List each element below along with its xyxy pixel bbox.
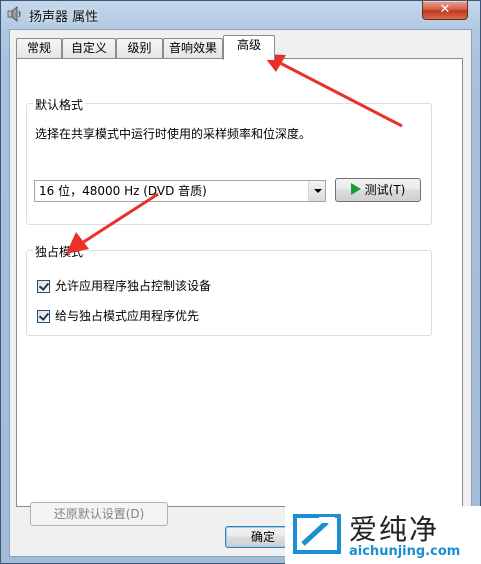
allow-exclusive-checkbox[interactable] [37, 280, 50, 293]
title-bar[interactable]: 扬声器 属性 ✕ [1, 1, 480, 29]
properties-window: 扬声器 属性 ✕ 常规 自定义 级别 音响效果 高级 默认格式 选择在共享模式中… [0, 0, 481, 564]
window-title: 扬声器 属性 [29, 10, 99, 25]
tab-levels[interactable]: 级别 [116, 38, 163, 59]
allow-exclusive-label: 允许应用程序独占控制该设备 [55, 279, 212, 293]
tab-custom[interactable]: 自定义 [62, 38, 116, 59]
exclusive-priority-option[interactable]: 给与独占模式应用程序优先 [37, 309, 337, 325]
tab-advanced[interactable]: 高级 [223, 35, 275, 60]
chevron-down-icon[interactable] [308, 181, 325, 201]
exclusive-priority-checkbox[interactable] [37, 310, 50, 323]
watermark-logo-icon [293, 514, 341, 554]
test-button[interactable]: 测试(T) [335, 178, 421, 202]
allow-exclusive-option[interactable]: 允许应用程序独占控制该设备 [37, 279, 337, 295]
tab-enhancements[interactable]: 音响效果 [163, 38, 223, 59]
restore-defaults-button[interactable]: 还原默认设置(D) [30, 502, 168, 526]
default-format-group: 默认格式 选择在共享模式中运行时使用的采样频率和位深度。 16 位，48000 … [26, 96, 432, 225]
play-icon [350, 183, 361, 195]
exclusive-mode-title: 独占模式 [33, 243, 86, 260]
close-icon: ✕ [439, 2, 451, 17]
watermark-brand: 爱纯净 [349, 513, 440, 546]
format-select-value: 16 位，48000 Hz (DVD 音质) [39, 184, 207, 198]
dialog-client: 常规 自定义 级别 音响效果 高级 默认格式 选择在共享模式中运行时使用的采样频… [9, 29, 472, 557]
tab-general[interactable]: 常规 [16, 38, 62, 59]
test-button-label: 测试(T) [364, 183, 406, 197]
exclusive-mode-group: 独占模式 允许应用程序独占控制该设备 给与独占模式应用程序优先 [26, 243, 432, 336]
watermark-url: aichunjing.com [349, 544, 461, 559]
default-format-description: 选择在共享模式中运行时使用的采样频率和位深度。 [35, 127, 312, 141]
advanced-panel: 默认格式 选择在共享模式中运行时使用的采样频率和位深度。 16 位，48000 … [16, 58, 463, 526]
format-select[interactable]: 16 位，48000 Hz (DVD 音质) [34, 180, 326, 202]
speaker-icon [7, 6, 21, 22]
close-button[interactable]: ✕ [422, 1, 468, 20]
exclusive-priority-label: 给与独占模式应用程序优先 [55, 309, 200, 323]
default-format-title: 默认格式 [33, 96, 86, 113]
watermark: 爱纯净 aichunjing.com [285, 506, 481, 564]
